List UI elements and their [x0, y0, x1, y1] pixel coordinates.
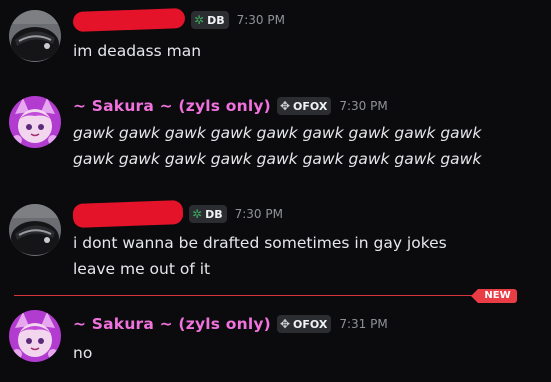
message[interactable]: ✲ DB 7:30 PM im deadass man — [0, 0, 551, 86]
server-tag[interactable]: ✲ DB — [191, 11, 229, 29]
message-content: im deadass man — [73, 42, 202, 60]
new-messages-badge: NEW — [471, 289, 517, 303]
message-timestamp: 7:30 PM — [339, 99, 388, 113]
redacted-username[interactable] — [72, 200, 184, 228]
avatar[interactable] — [9, 96, 61, 148]
username[interactable]: ~ Sakura ~ (zyls only) — [73, 97, 271, 115]
message-timestamp: 7:31 PM — [339, 317, 388, 331]
avatar[interactable] — [9, 310, 61, 362]
message-timestamp: 7:30 PM — [234, 207, 283, 221]
username[interactable]: ~ Sakura ~ (zyls only) — [73, 315, 271, 333]
chat-messages: ✲ DB 7:30 PM im deadass man ~ Sakura ~ (… — [0, 0, 551, 382]
server-tag[interactable]: ✲ DB — [189, 205, 227, 223]
message-content: no — [73, 344, 93, 362]
ofox-badge-icon: ✥ — [279, 317, 291, 331]
server-tag[interactable]: ✥ OFOX — [276, 97, 332, 115]
message[interactable]: ✲ DB 7:30 PM i dont wanna be drafted som… — [0, 196, 551, 292]
message-content: i dont wanna be drafted sometimes in gay… — [73, 234, 447, 278]
message[interactable]: ~ Sakura ~ (zyls only) ✥ OFOX 7:31 PM no — [0, 302, 551, 382]
message-content: gawk gawk gawk gawk gawk gawk gawk gawk … — [73, 124, 482, 168]
avatar[interactable] — [9, 10, 61, 62]
server-tag[interactable]: ✥ OFOX — [276, 315, 332, 333]
db-badge-icon: ✲ — [194, 13, 205, 27]
new-messages-divider — [14, 295, 490, 296]
redacted-username[interactable] — [72, 8, 186, 32]
ofox-badge-icon: ✥ — [279, 99, 291, 113]
message-timestamp: 7:30 PM — [236, 13, 285, 27]
message[interactable]: ~ Sakura ~ (zyls only) ✥ OFOX 7:30 PM ga… — [0, 86, 551, 196]
avatar[interactable] — [9, 204, 61, 256]
db-badge-icon: ✲ — [192, 207, 203, 221]
